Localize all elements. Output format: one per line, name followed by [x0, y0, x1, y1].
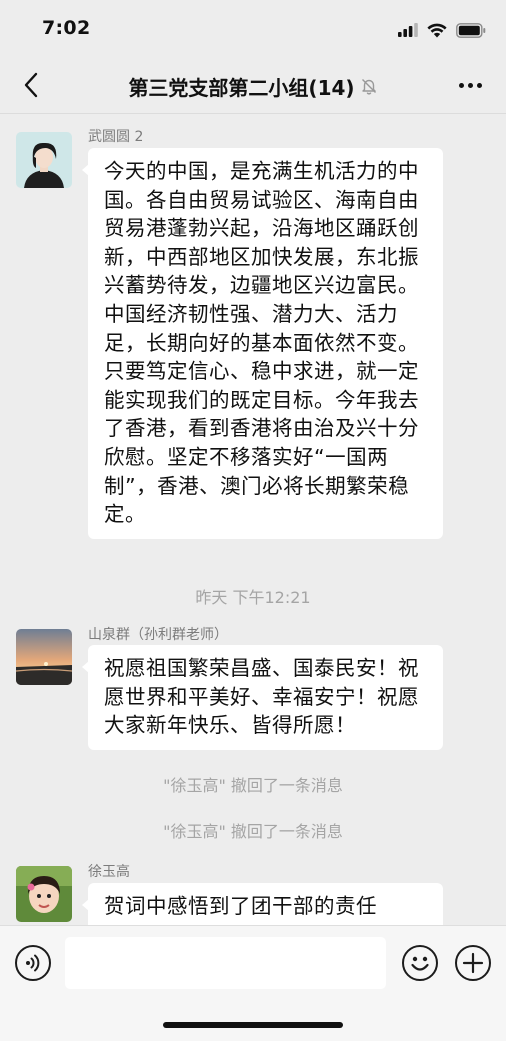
avatar[interactable]	[16, 866, 72, 922]
more-button[interactable]	[454, 70, 486, 100]
more-dot	[467, 82, 473, 88]
battery-icon	[456, 22, 486, 38]
recall-notice: "徐玉高" 撤回了一条消息	[163, 822, 343, 841]
timestamp-text: 昨天 下午12:21	[195, 588, 311, 607]
chevron-left-icon	[24, 72, 38, 98]
back-button[interactable]	[14, 68, 48, 102]
recall-notice: "徐玉高" 撤回了一条消息	[163, 776, 343, 795]
voice-button[interactable]	[15, 945, 51, 981]
message-bubble[interactable]: 祝愿祖国繁荣昌盛、国泰民安！祝愿世界和平美好、幸福安宁！祝愿大家新年快乐、皆得所…	[82, 645, 443, 750]
smiley-icon	[411, 956, 429, 971]
sender-name: 徐玉高	[88, 864, 130, 880]
more-dot	[458, 82, 464, 88]
message-bubble[interactable]: 贺词中感悟到了团干部的责任	[82, 883, 443, 925]
chat-title: 第三党支部第二小组(14)	[128, 75, 355, 100]
avatar[interactable]	[16, 629, 72, 685]
bell-off-icon	[360, 77, 378, 95]
chat-message-list[interactable]: 武圆圆 2 今天的中国，是充满生机活力的中国。各自由贸易试验区、海南自由贸易港蓬…	[0, 115, 506, 925]
voice-icon	[26, 954, 40, 972]
status-time: 7:02	[42, 17, 91, 39]
timestamp: 昨天 下午12:21	[0, 584, 506, 608]
title-wrap: 第三党支部第二小组(14)	[0, 58, 506, 114]
message-text: 祝愿祖国繁荣昌盛、国泰民安！祝愿世界和平美好、幸福安宁！祝愿大家新年快乐、皆得所…	[104, 656, 419, 738]
status-bar: 7:02	[0, 0, 506, 58]
home-indicator	[163, 1022, 343, 1028]
message-bubble[interactable]: 今天的中国，是充满生机活力的中国。各自由贸易试验区、海南自由贸易港蓬勃兴起，沿海…	[82, 148, 443, 539]
avatar[interactable]	[16, 132, 72, 188]
cellular-signal-icon	[398, 23, 418, 37]
message-text: 今天的中国，是充满生机活力的中国。各自由贸易试验区、海南自由贸易港蓬勃兴起，沿海…	[104, 159, 419, 527]
more-functions-button[interactable]	[455, 945, 491, 981]
message-text: 贺词中感悟到了团干部的责任	[104, 894, 377, 918]
sender-name: 山泉群（孙利群老师）	[88, 627, 228, 643]
wifi-icon	[427, 23, 447, 37]
sender-name: 武圆圆 2	[88, 129, 144, 145]
status-icons	[398, 20, 486, 40]
chat-header: 第三党支部第二小组(14)	[0, 58, 506, 114]
emoji-button[interactable]	[402, 945, 438, 981]
plus-icon	[462, 952, 484, 974]
more-dot	[476, 82, 482, 88]
message-input[interactable]	[65, 937, 386, 989]
